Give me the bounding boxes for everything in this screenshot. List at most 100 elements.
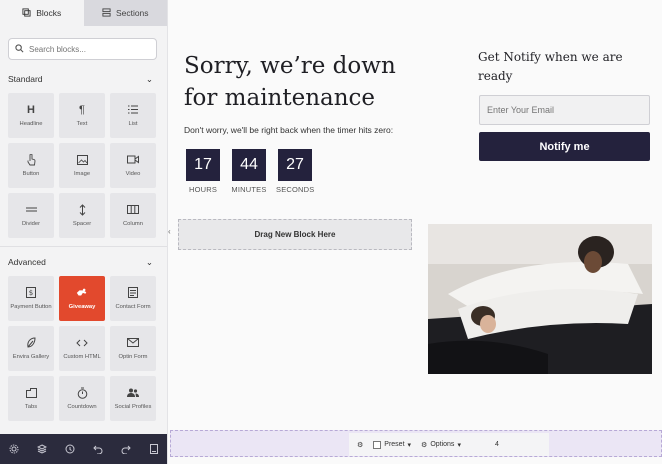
layers-icon[interactable]	[37, 444, 47, 454]
block-video[interactable]: Video	[110, 143, 156, 188]
payment-icon: $	[25, 287, 37, 299]
timer-label: SECONDS	[276, 185, 315, 194]
page-title: Sorry, we’re down for maintenance	[184, 53, 396, 111]
hero-photo[interactable]	[428, 224, 652, 374]
block-divider[interactable]: Divider	[8, 193, 54, 238]
block-custom-html[interactable]: Custom HTML	[59, 326, 105, 371]
drop-zone[interactable]: Drag New Block Here	[178, 219, 412, 250]
image-icon	[76, 154, 88, 166]
block-column[interactable]: Column	[110, 193, 156, 238]
tabs-icon	[25, 387, 37, 399]
block-tabs[interactable]: Tabs	[8, 376, 54, 421]
block-social-profiles[interactable]: Social Profiles	[110, 376, 156, 421]
tab-sections-label: Sections	[115, 8, 149, 18]
form-icon	[127, 287, 139, 299]
block-label: Payment Button	[10, 303, 52, 310]
chevron-down-icon: ▾	[407, 441, 412, 449]
undo-icon[interactable]	[93, 444, 103, 454]
preview-icon[interactable]	[149, 444, 159, 454]
block-optin-form[interactable]: Optin Form	[110, 326, 156, 371]
sections-icon	[102, 7, 111, 19]
block-label: Column	[123, 220, 143, 227]
redo-icon[interactable]	[121, 444, 131, 454]
countdown-timer: 17 HOURS 44 MINUTES 27 SECONDS	[184, 149, 314, 194]
standard-section-header[interactable]: Standard ⌄	[0, 72, 167, 86]
blocks-icon	[22, 7, 31, 19]
block-label: Text	[76, 120, 88, 127]
email-field[interactable]	[479, 95, 650, 125]
history-icon[interactable]	[65, 444, 75, 454]
block-envira-gallery[interactable]: Envira Gallery	[8, 326, 54, 371]
timer-value: 44	[232, 149, 266, 181]
advanced-section-title: Advanced	[8, 257, 46, 267]
advanced-section-header[interactable]: Advanced ⌄	[0, 255, 167, 269]
timer-minutes: 44 MINUTES	[230, 149, 268, 194]
paragraph-icon: ¶	[79, 103, 85, 116]
leaf-icon	[25, 337, 37, 349]
options-count: 4	[494, 441, 499, 448]
standard-section-title: Standard	[8, 74, 43, 84]
search-icon	[15, 40, 24, 58]
chevron-down-icon: ⌄	[145, 256, 153, 267]
tab-blocks-label: Blocks	[36, 8, 62, 18]
block-label: Contact Form	[115, 303, 151, 310]
divider	[0, 246, 167, 247]
photo-illustration	[428, 224, 652, 374]
sidebar-toolbar	[0, 434, 167, 464]
timer-value: 27	[278, 149, 312, 181]
gear-icon[interactable]: ⚙	[357, 441, 363, 449]
standard-blocks-grid: H Headline ¶ Text List Button Image Vide…	[0, 93, 167, 238]
block-label: Tabs	[24, 403, 38, 410]
block-giveaway[interactable]: Giveaway	[59, 276, 105, 321]
page-canvas: Sorry, we’re down for maintenance Don't …	[176, 0, 662, 430]
timer-value: 17	[186, 149, 220, 181]
tab-sections[interactable]: Sections	[83, 0, 167, 26]
block-image[interactable]: Image	[59, 143, 105, 188]
block-label: Social Profiles	[114, 403, 152, 410]
options-dropdown[interactable]: ⚙ Options ▾	[421, 441, 461, 449]
block-label: Envira Gallery	[12, 353, 50, 360]
column-icon	[127, 204, 139, 216]
checkbox-icon	[373, 440, 382, 449]
settings-icon[interactable]	[9, 444, 19, 454]
search-box	[8, 38, 157, 60]
mail-icon	[127, 337, 139, 349]
section-options-bar: ⚙ Preset ▾ ⚙ Options ▾ 4	[170, 430, 662, 457]
block-button[interactable]: Button	[8, 143, 54, 188]
block-label: Divider	[21, 220, 41, 227]
block-headline[interactable]: H Headline	[8, 93, 54, 138]
block-spacer[interactable]: Spacer	[59, 193, 105, 238]
blocks-sidebar: Blocks Sections Standard ⌄ H Headline ¶	[0, 0, 168, 464]
block-label: Image	[73, 170, 91, 177]
block-contact-form[interactable]: Contact Form	[110, 276, 156, 321]
advanced-blocks-grid: $ Payment Button Giveaway Contact Form E…	[0, 276, 167, 421]
block-label: Video	[125, 170, 141, 177]
giveaway-icon	[76, 287, 88, 299]
search-input[interactable]	[29, 44, 149, 54]
block-payment-button[interactable]: $ Payment Button	[8, 276, 54, 321]
editor-root: Blocks Sections Standard ⌄ H Headline ¶	[0, 0, 662, 464]
block-label: Countdown	[67, 403, 97, 410]
chevron-down-icon: ▾	[457, 441, 461, 449]
tab-blocks[interactable]: Blocks	[0, 0, 84, 26]
svg-text:$: $	[29, 289, 33, 297]
headline-icon: H	[27, 103, 35, 116]
block-label: Button	[22, 170, 40, 177]
people-icon	[127, 387, 139, 399]
stopwatch-icon	[76, 387, 88, 399]
code-icon	[76, 337, 88, 349]
timer-hours: 17 HOURS	[184, 149, 222, 194]
block-label: Optin Form	[118, 353, 148, 360]
block-countdown[interactable]: Countdown	[59, 376, 105, 421]
notify-heading: Get Notify when we are ready	[478, 50, 623, 83]
preset-label: Preset	[384, 441, 405, 448]
pointer-icon	[25, 153, 37, 166]
timer-seconds: 27 SECONDS	[276, 149, 314, 194]
block-list[interactable]: List	[110, 93, 156, 138]
block-text[interactable]: ¶ Text	[59, 93, 105, 138]
preset-dropdown[interactable]: Preset ▾	[373, 440, 412, 449]
gear-icon: ⚙	[421, 441, 428, 449]
block-label: List	[128, 120, 138, 127]
notify-button[interactable]: Notify me	[479, 132, 650, 161]
collapse-sidebar-icon[interactable]: ‹	[168, 227, 176, 237]
